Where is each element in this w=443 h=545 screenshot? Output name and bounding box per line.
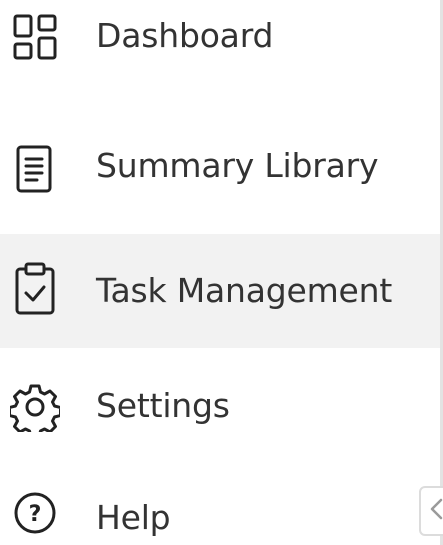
- sidebar-item-dashboard[interactable]: Dashboard: [0, 0, 440, 80]
- sidebar-item-label: Task Management: [96, 271, 393, 310]
- gear-icon: [10, 382, 60, 432]
- clipboard-check-icon: [10, 262, 60, 315]
- sidebar-nav: Dashboard Summary Library Task Managemen…: [0, 0, 443, 545]
- collapse-sidebar-button[interactable]: [419, 486, 443, 536]
- svg-text:?: ?: [29, 502, 42, 527]
- sidebar-item-label: Summary Library: [96, 146, 379, 185]
- sidebar-item-label: Dashboard: [96, 16, 274, 55]
- sidebar-item-settings[interactable]: Settings: [0, 368, 440, 448]
- document-icon: [10, 144, 60, 194]
- dashboard-grid-icon: [10, 12, 60, 62]
- help-circle-icon: ?: [10, 488, 60, 538]
- sidebar-item-task-management[interactable]: Task Management: [0, 234, 440, 348]
- sidebar-item-summary-library[interactable]: Summary Library: [0, 130, 440, 210]
- sidebar-item-help[interactable]: ? Help: [0, 478, 440, 545]
- chevron-left-icon: [429, 497, 443, 525]
- sidebar-item-label: Help: [96, 498, 171, 537]
- sidebar-item-label: Settings: [96, 386, 230, 425]
